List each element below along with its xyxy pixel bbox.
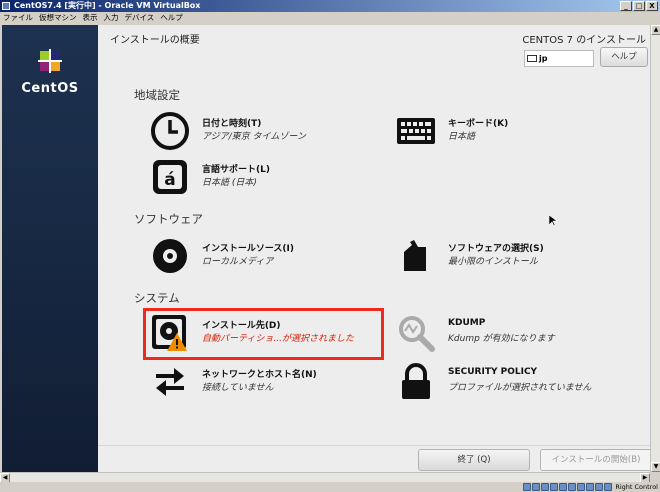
spoke-security-status: プロファイルが選択されていません bbox=[448, 383, 592, 393]
spoke-software-status: 最小限のインストール bbox=[448, 257, 538, 267]
vm-status-bar: Right Control bbox=[0, 482, 660, 492]
maximize-button[interactable]: □ bbox=[633, 1, 645, 11]
spoke-network-title: ネットワークとホスト名(N) bbox=[202, 370, 317, 380]
spoke-network[interactable]: ネットワークとホスト名(N) 接続していません bbox=[150, 362, 380, 402]
window-title: CentOS7.4 [実行中] - Oracle VM VirtualBox bbox=[14, 1, 201, 10]
menu-help[interactable]: ヘルプ bbox=[160, 12, 183, 24]
keyboard-layout-indicator[interactable]: jp bbox=[524, 50, 594, 67]
spoke-installation-destination[interactable]: インストール先(D) 自動パーティショ...が選択されました bbox=[150, 313, 380, 353]
recording-status-icon[interactable] bbox=[586, 483, 595, 491]
audio-status-icon[interactable] bbox=[541, 483, 550, 491]
spoke-language-title: 言語サポート(L) bbox=[202, 165, 270, 175]
product-title: CENTOS 7 のインストール bbox=[522, 35, 646, 46]
shared-folder-status-icon[interactable] bbox=[568, 483, 577, 491]
spoke-language-status: 日本語 (日本) bbox=[202, 178, 257, 188]
spoke-language[interactable]: á 言語サポート(L) 日本語 (日本) bbox=[150, 157, 370, 197]
spoke-datetime[interactable]: 日付と時刻(T) アジア/東京 タイムゾーン bbox=[150, 111, 370, 151]
horizontal-scrollbar[interactable]: ◀ ▶ bbox=[0, 472, 650, 483]
keyboard-layout-label: jp bbox=[539, 54, 548, 63]
spoke-source-title: インストールソース(I) bbox=[202, 244, 294, 254]
svg-text:á: á bbox=[164, 170, 175, 190]
spoke-software-selection[interactable]: ソフトウェアの選択(S) 最小限のインストール bbox=[396, 236, 616, 276]
vm-screen[interactable]: CentOS インストールの概要 CENTOS 7 のインストール jp ヘルプ… bbox=[2, 25, 650, 472]
menu-devices[interactable]: デバイス bbox=[125, 12, 155, 24]
menu-machine[interactable]: 仮想マシン bbox=[39, 12, 77, 24]
spoke-network-status: 接続していません bbox=[202, 383, 274, 393]
keyboard-icon bbox=[527, 55, 537, 62]
hard-disk-status-icon[interactable] bbox=[523, 483, 532, 491]
close-button[interactable]: X bbox=[646, 1, 658, 11]
window-titlebar[interactable]: CentOS7.4 [実行中] - Oracle VM VirtualBox _… bbox=[0, 0, 660, 12]
menu-view[interactable]: 表示 bbox=[83, 12, 98, 24]
spoke-destination-title: インストール先(D) bbox=[202, 321, 281, 331]
section-localization: 地域設定 bbox=[134, 88, 180, 102]
optical-drive-status-icon[interactable] bbox=[532, 483, 541, 491]
mouse-cursor-icon bbox=[549, 215, 557, 227]
installer-sidebar: CentOS bbox=[2, 25, 98, 472]
spoke-security-title: SECURITY POLICY bbox=[448, 367, 538, 377]
spoke-datetime-status: アジア/東京 タイムゾーン bbox=[202, 132, 306, 142]
menu-input[interactable]: 入力 bbox=[104, 12, 119, 24]
network-arrows-icon bbox=[156, 368, 184, 396]
centos-logo-text: CentOS bbox=[21, 81, 79, 96]
spoke-destination-status: 自動パーティショ...が選択されました bbox=[202, 334, 355, 344]
spoke-installation-source[interactable]: インストールソース(I) ローカルメディア bbox=[150, 236, 370, 276]
minimize-button[interactable]: _ bbox=[620, 1, 632, 11]
clock-icon bbox=[151, 112, 189, 150]
footer-divider bbox=[98, 445, 650, 446]
cpu-status-icon[interactable] bbox=[595, 483, 604, 491]
virtualbox-window: CentOS7.4 [実行中] - Oracle VM VirtualBox _… bbox=[0, 0, 660, 492]
lock-icon bbox=[402, 363, 430, 399]
begin-installation-button[interactable]: インストールの開始(B) bbox=[540, 449, 650, 471]
spoke-kdump-status: Kdump が有効になります bbox=[448, 334, 555, 344]
spoke-kdump[interactable]: KDUMP Kdump が有効になります bbox=[396, 313, 616, 353]
help-button[interactable]: ヘルプ bbox=[600, 47, 648, 67]
spoke-security-policy[interactable]: SECURITY POLICY プロファイルが選択されていません bbox=[396, 362, 626, 402]
language-icon: á bbox=[153, 160, 187, 194]
disc-icon bbox=[153, 239, 187, 273]
installation-summary: インストールの概要 CENTOS 7 のインストール jp ヘルプ 地域設定 日… bbox=[98, 25, 650, 472]
magnifier-icon bbox=[399, 316, 435, 352]
section-software: ソフトウェア bbox=[134, 212, 203, 226]
virtualbox-app-icon bbox=[2, 2, 10, 10]
menu-bar: ファイル 仮想マシン 表示 入力 デバイス ヘルプ bbox=[0, 12, 660, 24]
scroll-up-arrow-icon[interactable]: ▲ bbox=[651, 25, 660, 35]
vertical-scrollbar[interactable]: ▲ ▼ bbox=[650, 25, 660, 472]
mouse-integration-icon[interactable] bbox=[604, 483, 613, 491]
menu-file[interactable]: ファイル bbox=[3, 12, 33, 24]
spoke-kdump-title: KDUMP bbox=[448, 318, 486, 328]
spoke-software-title: ソフトウェアの選択(S) bbox=[448, 244, 544, 254]
scroll-down-arrow-icon[interactable]: ▼ bbox=[651, 462, 660, 472]
usb-status-icon[interactable] bbox=[559, 483, 568, 491]
host-key-label: Right Control bbox=[615, 483, 658, 491]
spoke-keyboard-title: キーボード(K) bbox=[448, 119, 509, 129]
hard-drive-warning-icon bbox=[152, 315, 187, 351]
page-title: インストールの概要 bbox=[110, 35, 200, 46]
package-icon bbox=[404, 240, 426, 271]
network-status-icon[interactable] bbox=[550, 483, 559, 491]
display-status-icon[interactable] bbox=[577, 483, 586, 491]
spoke-source-status: ローカルメディア bbox=[202, 257, 274, 267]
spoke-datetime-title: 日付と時刻(T) bbox=[202, 119, 262, 129]
quit-button[interactable]: 終了 (Q) bbox=[418, 449, 530, 471]
centos-logo-icon bbox=[38, 49, 62, 73]
spoke-keyboard[interactable]: キーボード(K) 日本語 bbox=[396, 111, 616, 151]
keyboard-icon bbox=[397, 118, 435, 144]
spoke-keyboard-status: 日本語 bbox=[448, 132, 476, 142]
section-system: システム bbox=[134, 291, 180, 305]
